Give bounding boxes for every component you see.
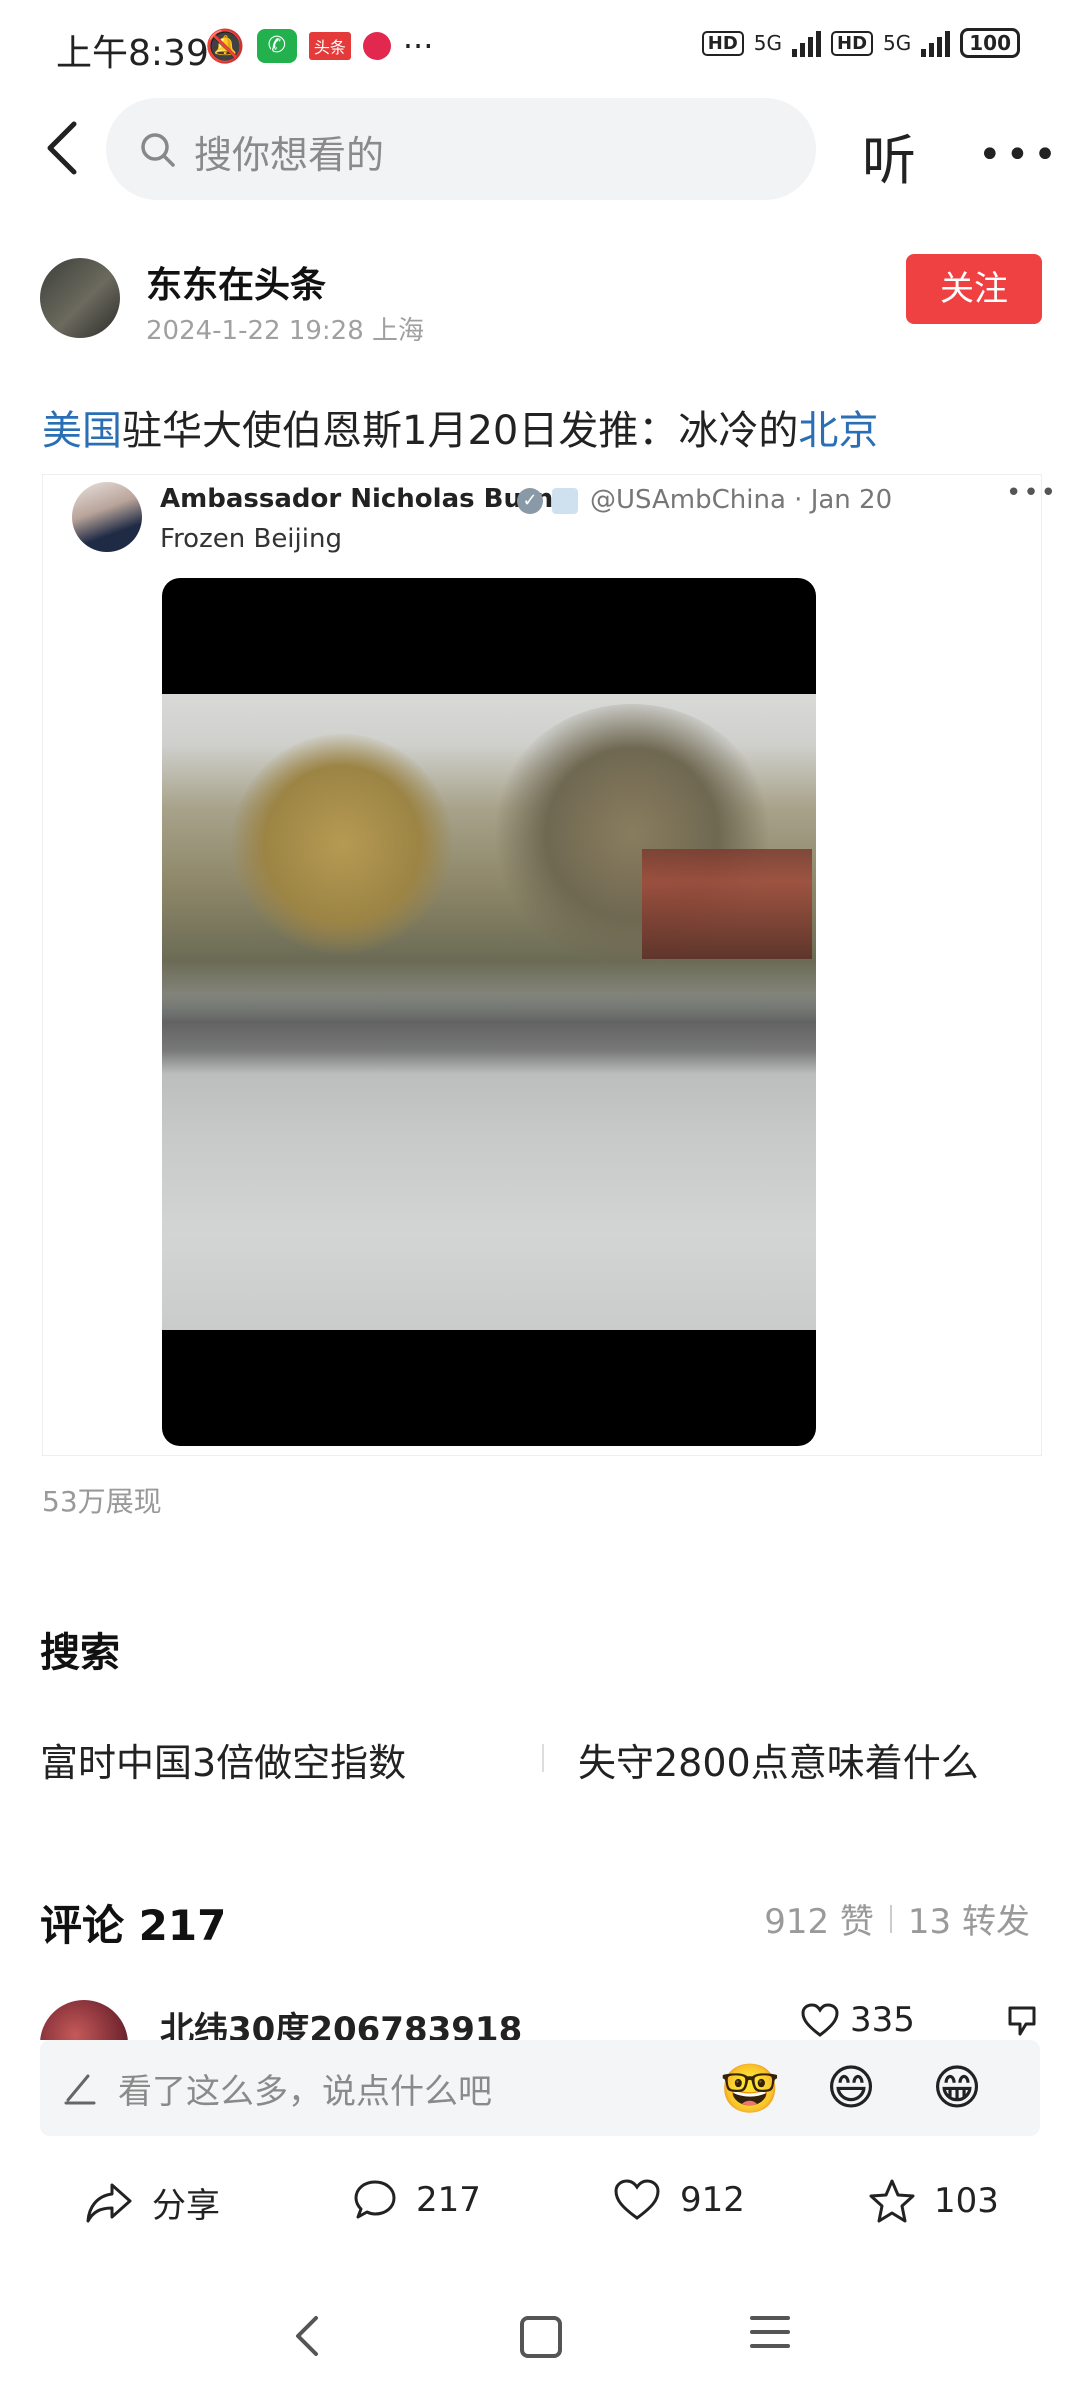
laughing-emoji-icon[interactable]: 😄 bbox=[826, 2060, 876, 2116]
search-placeholder[interactable]: 搜你想看的 bbox=[194, 124, 384, 179]
tweet-more-icon: ••• bbox=[1006, 478, 1059, 508]
hd-badge-1: HD bbox=[701, 30, 744, 56]
pen-icon bbox=[64, 2074, 96, 2105]
status-system-icons: HD 5G HD 5G 100 bbox=[701, 28, 1020, 58]
status-notification-icons: 🔕 ✆ 头条 ··· bbox=[205, 28, 433, 64]
more-options-icon[interactable]: ••• bbox=[978, 132, 1061, 178]
nav-home-icon[interactable] bbox=[520, 2316, 562, 2358]
signal-icon-2 bbox=[921, 29, 951, 57]
commenter-avatar[interactable] bbox=[40, 2000, 128, 2040]
favorite-count: 103 bbox=[934, 2181, 999, 2221]
keyword-link-beijing[interactable]: 北京 bbox=[798, 408, 878, 454]
listen-button[interactable]: 听 bbox=[862, 116, 916, 195]
tweet-author-name: Ambassador Nicholas Burns bbox=[160, 484, 569, 514]
battery-icon: 100 bbox=[960, 28, 1020, 58]
tweet-handle: @USAmbChina · Jan 20 bbox=[590, 485, 893, 515]
suggestion-divider bbox=[542, 1744, 544, 1772]
toutiao-icon: 头条 bbox=[308, 32, 351, 60]
post-meta: 2024-1-22 19:28 上海 bbox=[146, 316, 425, 346]
view-count: 53万展现 bbox=[42, 1485, 162, 1518]
frozen-lake-photo bbox=[162, 694, 816, 1330]
post-title: 美国驻华大使伯恩斯1月20日发推：冰冷的北京 bbox=[42, 398, 878, 456]
back-arrow-icon[interactable] bbox=[40, 118, 84, 178]
wechat-icon: ✆ bbox=[256, 29, 297, 63]
commenter-name[interactable]: 北纬30度206783918 bbox=[160, 2002, 522, 2040]
title-text: 驻华大使伯恩斯1月20日发推：冰冷的 bbox=[122, 408, 799, 454]
comment-button[interactable]: 217 bbox=[352, 2178, 481, 2222]
search-suggestion-1[interactable]: 富时中国3倍做空指数 bbox=[40, 1732, 406, 1787]
search-section-heading: 搜索 bbox=[40, 1630, 120, 1676]
author-avatar[interactable] bbox=[40, 258, 120, 338]
grinning-emoji-icon[interactable]: 😁 bbox=[932, 2060, 982, 2116]
mute-bell-icon: 🔕 bbox=[205, 27, 245, 65]
comment-input-placeholder[interactable]: 看了这么多，说点什么吧 bbox=[118, 2064, 492, 2113]
status-time: 上午8:39 bbox=[56, 33, 209, 74]
record-icon bbox=[362, 32, 391, 60]
comment-item[interactable]: 北纬30度206783918 335 bbox=[0, 1996, 1080, 2040]
comments-stats: 912 赞 13 转发 bbox=[764, 1894, 1030, 1943]
like-count: 912 bbox=[680, 2180, 745, 2220]
red-pavilion bbox=[642, 849, 812, 959]
hd-badge-2: HD bbox=[831, 30, 874, 56]
comment-like-count: 335 bbox=[850, 2000, 915, 2040]
network-label-2: 5G bbox=[883, 31, 912, 55]
keyword-link-usa[interactable]: 美国 bbox=[42, 408, 122, 454]
heart-icon bbox=[801, 2003, 839, 2037]
lake-rocks bbox=[162, 994, 816, 1074]
likes-stat: 912 赞 bbox=[764, 1902, 874, 1942]
willow-tree bbox=[232, 734, 452, 954]
signal-icon-1 bbox=[792, 29, 821, 57]
search-icon bbox=[141, 133, 175, 167]
dislike-icon[interactable] bbox=[1006, 2004, 1042, 2036]
nav-menu-icon[interactable] bbox=[748, 2312, 792, 2352]
favorite-button[interactable]: 103 bbox=[868, 2178, 999, 2224]
more-dots-icon: ··· bbox=[402, 27, 434, 65]
heart-icon bbox=[614, 2179, 660, 2220]
tweet-video[interactable] bbox=[162, 578, 816, 1446]
author-name[interactable]: 东东在头条 bbox=[146, 256, 326, 308]
share-icon bbox=[86, 2183, 132, 2222]
network-label-1: 5G bbox=[753, 31, 782, 55]
verified-badge-icon: ✓ bbox=[517, 488, 543, 514]
tweet-text: Frozen Beijing bbox=[160, 524, 342, 554]
share-label: 分享 bbox=[152, 2186, 220, 2226]
like-button[interactable]: 912 bbox=[612, 2178, 745, 2222]
share-button[interactable]: 分享 bbox=[84, 2178, 220, 2227]
star-icon bbox=[869, 2179, 915, 2223]
comment-count: 217 bbox=[416, 2180, 481, 2220]
follow-button[interactable]: 关注 bbox=[906, 254, 1042, 324]
comment-icon bbox=[354, 2180, 396, 2219]
comments-title: 评论 217 bbox=[40, 1901, 227, 1950]
shares-stat: 13 转发 bbox=[907, 1902, 1030, 1942]
nerd-emoji-icon[interactable]: 🤓 bbox=[720, 2060, 780, 2117]
search-suggestion-2[interactable]: 失守2800点意味着什么 bbox=[578, 1732, 979, 1787]
government-badge-icon bbox=[552, 488, 578, 514]
stat-divider bbox=[889, 1904, 892, 1933]
tweet-author-avatar bbox=[72, 482, 142, 552]
nav-back-icon[interactable] bbox=[290, 2314, 324, 2358]
comment-like-button[interactable]: 335 bbox=[800, 2000, 915, 2040]
